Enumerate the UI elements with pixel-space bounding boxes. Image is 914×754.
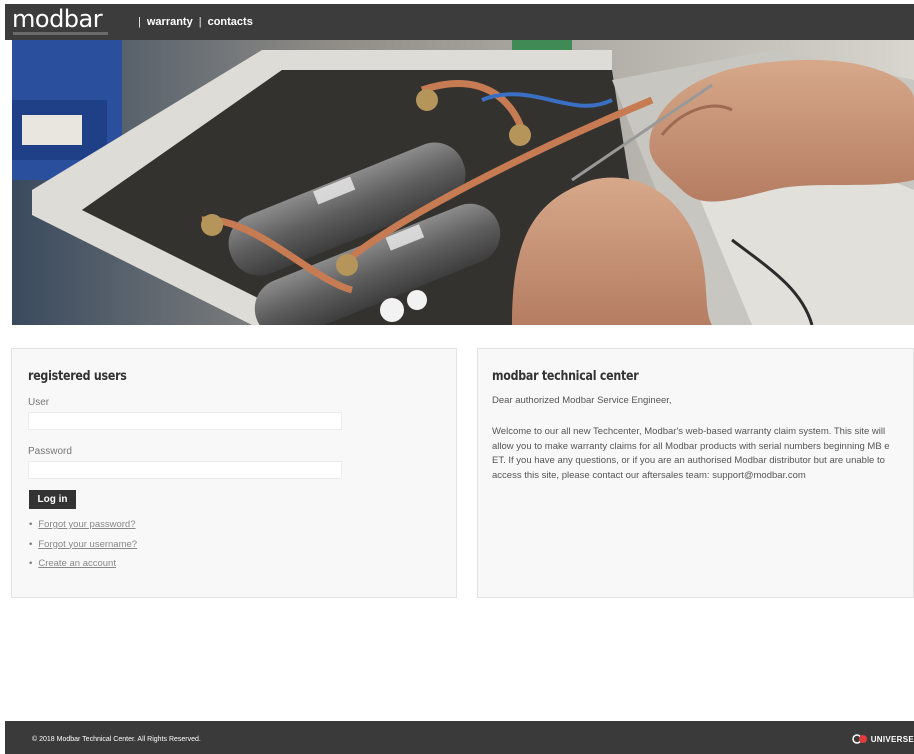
user-label: User	[28, 397, 50, 408]
bullet-icon: •	[29, 538, 33, 550]
bullet-icon: •	[29, 558, 33, 569]
partner-logo[interactable]: UNIVERSE	[851, 733, 914, 745]
partner-name: UNIVERSE	[870, 734, 914, 744]
info-intro: Dear authorized Modbar Service Engineer,	[492, 395, 672, 406]
info-title: modbar technical center	[492, 369, 639, 384]
create-account-link[interactable]: Create an account	[38, 558, 116, 569]
logo-tagline-mark	[13, 32, 108, 35]
nav-link-warranty[interactable]: warranty	[147, 16, 193, 28]
nav-separator: |	[198, 16, 202, 28]
logo-wordmark: modbar	[12, 5, 103, 33]
bullet-icon: •	[29, 519, 33, 530]
site-footer: © 2018 Modbar Technical Center. All Righ…	[5, 721, 914, 754]
account-links: • Forgot your password? • Forgot your user…	[29, 519, 137, 578]
forgot-password-link[interactable]: Forgot your password?	[38, 519, 135, 530]
password-input[interactable]	[28, 461, 342, 479]
partner-logo-icon	[851, 734, 867, 744]
info-panel: modbar technical center Dear authorized …	[477, 348, 914, 598]
list-item: • Forgot your password?	[29, 519, 137, 539]
login-title: registered users	[28, 369, 127, 384]
forgot-username-link[interactable]: Forgot your username?	[38, 539, 137, 550]
nav-separator: |	[138, 16, 141, 28]
password-label: Password	[28, 446, 72, 457]
modbar-logo[interactable]: modbar	[12, 4, 122, 40]
main-nav: | warranty | contacts	[132, 16, 253, 28]
page: modbar | warranty | contacts registered …	[0, 0, 914, 754]
info-body: Welcome to our all new Techcenter, Modba…	[492, 426, 890, 481]
list-item: • Forgot your username?	[29, 539, 137, 559]
copyright-text: © 2018 Modbar Technical Center. All Righ…	[32, 736, 201, 743]
user-input[interactable]	[28, 412, 342, 430]
site-header: modbar | warranty | contacts	[5, 4, 914, 40]
login-button[interactable]: Log in	[29, 490, 76, 509]
nav-link-contacts[interactable]: contacts	[208, 16, 253, 28]
hero-illustration	[12, 40, 914, 325]
list-item: • Create an account	[29, 558, 137, 578]
hero-image	[12, 40, 914, 325]
login-panel: registered users User Password Log in • F…	[11, 348, 457, 598]
